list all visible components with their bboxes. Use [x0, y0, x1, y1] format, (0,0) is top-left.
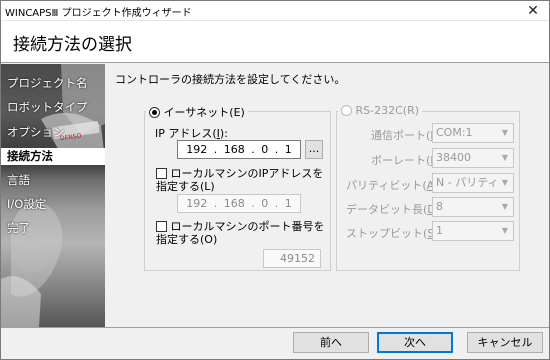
comm-port-select[interactable]: COM:1 ▼: [432, 123, 514, 143]
step-connection-method: 接続方法: [1, 148, 105, 165]
page-title: 接続方法の選択: [13, 35, 132, 55]
step-project-name: プロジェクト名: [7, 76, 88, 90]
chevron-down-icon: ▼: [497, 174, 513, 192]
footer-divider: [1, 327, 549, 328]
browse-ip-button[interactable]: ...: [305, 140, 323, 159]
ethernet-radio-indicator[interactable]: [149, 107, 160, 118]
chevron-down-icon: ▼: [497, 198, 513, 216]
ip-address-input[interactable]: 192. 168. 0. 1: [177, 140, 301, 159]
chevron-down-icon: ▼: [497, 124, 513, 142]
local-ip-checkbox-label: ローカルマシンのIPアドレスを指定する(L): [156, 167, 324, 193]
rs232c-radio-label: RS-232C(R): [355, 104, 420, 117]
instruction-text: コントローラの接続方法を設定してください。: [115, 73, 346, 86]
step-options: オプション: [7, 125, 65, 139]
local-ip-checkbox-box[interactable]: [156, 168, 167, 179]
cancel-button[interactable]: キャンセル: [467, 332, 543, 353]
step-io-settings: I/O設定: [7, 197, 47, 211]
stop-bits-select[interactable]: 1 ▼: [432, 221, 514, 241]
local-port-checkbox-box[interactable]: [156, 221, 167, 232]
wizard-steps-sidebar: DENSO プロジェクト名 ロボットタイプ オプション 接続方法 言語 I/O設…: [1, 64, 105, 327]
local-ip-checkbox[interactable]: ローカルマシンのIPアドレスを指定する(L): [156, 167, 326, 193]
stop-bits-label: ストップビット(S):: [346, 227, 442, 240]
parity-bit-select[interactable]: N - パリティなし ▼: [432, 173, 514, 193]
wizard-window: WINCAPSⅢ プロジェクト作成ウィザード ✕ 接続方法の選択 DENSO プ…: [0, 0, 550, 360]
data-bits-label: データビット長(D):: [346, 203, 444, 216]
baud-rate-select[interactable]: 38400 ▼: [432, 148, 514, 168]
rs232c-radio-indicator[interactable]: [341, 105, 352, 116]
step-language: 言語: [7, 173, 30, 187]
next-button[interactable]: 次へ: [377, 332, 453, 353]
step-robot-type: ロボットタイプ: [7, 100, 88, 114]
local-port-checkbox-label: ローカルマシンのポート番号を指定する(O): [156, 220, 325, 246]
ip-address-label: IP アドレス(I):: [155, 127, 228, 140]
back-button[interactable]: 前へ: [293, 332, 369, 353]
ethernet-radio-label: イーサネット(E): [163, 106, 245, 119]
local-port-checkbox[interactable]: ローカルマシンのポート番号を指定する(O): [156, 220, 326, 246]
window-title: WINCAPSⅢ プロジェクト作成ウィザード: [5, 8, 192, 19]
close-icon[interactable]: ✕: [523, 1, 543, 21]
rs232c-radio[interactable]: RS-232C(R): [338, 104, 422, 117]
step-finish: 完了: [7, 221, 30, 235]
ethernet-radio[interactable]: イーサネット(E): [146, 104, 248, 120]
wizard-header: 接続方法の選択: [1, 21, 549, 63]
title-bar: WINCAPSⅢ プロジェクト作成ウィザード ✕: [1, 1, 549, 21]
data-bits-select[interactable]: 8 ▼: [432, 197, 514, 217]
chevron-down-icon: ▼: [497, 222, 513, 240]
local-port-input[interactable]: 49152: [263, 249, 321, 268]
parity-bit-label: パリティビット(A):: [346, 179, 442, 192]
chevron-down-icon: ▼: [497, 149, 513, 167]
local-ip-input[interactable]: 192. 168. 0. 1: [177, 194, 301, 213]
